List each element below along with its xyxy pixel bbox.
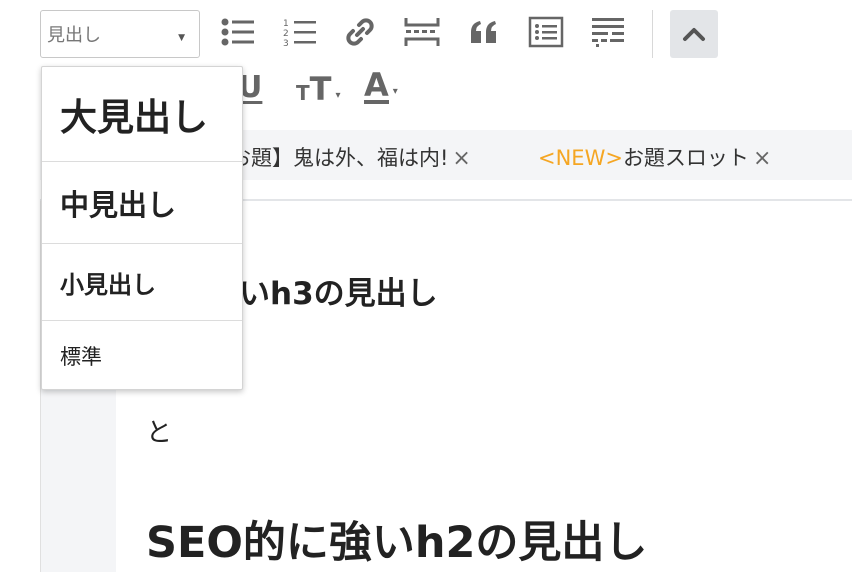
dropdown-item-small-heading[interactable]: 小見出し xyxy=(42,244,242,321)
numbered-list-icon: 1 2 3 xyxy=(283,19,316,47)
dropdown-item-normal[interactable]: 標準 xyxy=(42,321,242,391)
table-of-contents-button[interactable] xyxy=(526,14,566,50)
read-more-button[interactable] xyxy=(402,14,442,50)
topic-slot-label: お題スロット xyxy=(622,146,749,170)
editor-paragraph[interactable]: と xyxy=(146,412,172,449)
dropdown-item-label: 中見出し xyxy=(60,187,177,222)
text-size-button[interactable]: TT ▾ xyxy=(296,70,341,108)
dropdown-item-label: 大見出し xyxy=(60,96,208,139)
chevron-down-icon: ▼ xyxy=(178,33,185,43)
paragraph-break-button[interactable] xyxy=(588,14,628,50)
font-color-glyph: A xyxy=(364,66,389,104)
quote-button[interactable] xyxy=(466,14,502,50)
table-of-contents-icon xyxy=(528,16,564,48)
text-size-big-glyph: T xyxy=(309,70,332,108)
topic-slot-tag[interactable]: <NEW>お題スロット × xyxy=(538,142,771,172)
new-badge: <NEW> xyxy=(538,146,623,170)
numbered-list-button[interactable]: 1 2 3 xyxy=(280,14,318,50)
topic-tag[interactable]: お題】鬼は外、福は内! × xyxy=(230,142,471,172)
dropdown-item-label: 小見出し xyxy=(60,270,156,299)
chevron-up-icon xyxy=(683,28,705,41)
link-button[interactable] xyxy=(342,14,378,50)
read-more-icon xyxy=(404,18,440,46)
paragraph-break-icon xyxy=(592,18,624,47)
heading-select-value: 見出し xyxy=(47,25,101,46)
quote-icon xyxy=(471,21,496,43)
link-icon xyxy=(346,18,374,46)
collapse-toolbar-button[interactable] xyxy=(670,10,718,58)
editor-h2-heading[interactable]: SEO的に強いh2の見出し xyxy=(146,508,647,570)
svg-text:2: 2 xyxy=(283,29,289,39)
text-size-small-glyph: T xyxy=(296,81,310,105)
bulleted-list-button[interactable] xyxy=(218,14,256,50)
bulleted-list-icon xyxy=(221,18,254,46)
svg-text:3: 3 xyxy=(283,39,289,47)
dropdown-arrow-icon: ▾ xyxy=(392,86,398,97)
close-icon[interactable]: × xyxy=(753,146,771,171)
dropdown-arrow-icon: ▾ xyxy=(335,90,341,101)
close-icon[interactable]: × xyxy=(452,146,470,171)
heading-dropdown-menu: 大見出し 中見出し 小見出し 標準 xyxy=(41,66,243,390)
heading-select[interactable]: 見出し ▼ xyxy=(40,10,200,58)
svg-text:1: 1 xyxy=(283,19,289,29)
topic-tag-label: お題】鬼は外、福は内! xyxy=(230,146,449,170)
dropdown-item-label: 標準 xyxy=(60,345,102,369)
font-color-button[interactable]: A ▾ xyxy=(364,66,398,104)
dropdown-item-large-heading[interactable]: 大見出し xyxy=(42,67,242,162)
toolbar-separator xyxy=(652,10,653,58)
dropdown-item-medium-heading[interactable]: 中見出し xyxy=(42,162,242,244)
